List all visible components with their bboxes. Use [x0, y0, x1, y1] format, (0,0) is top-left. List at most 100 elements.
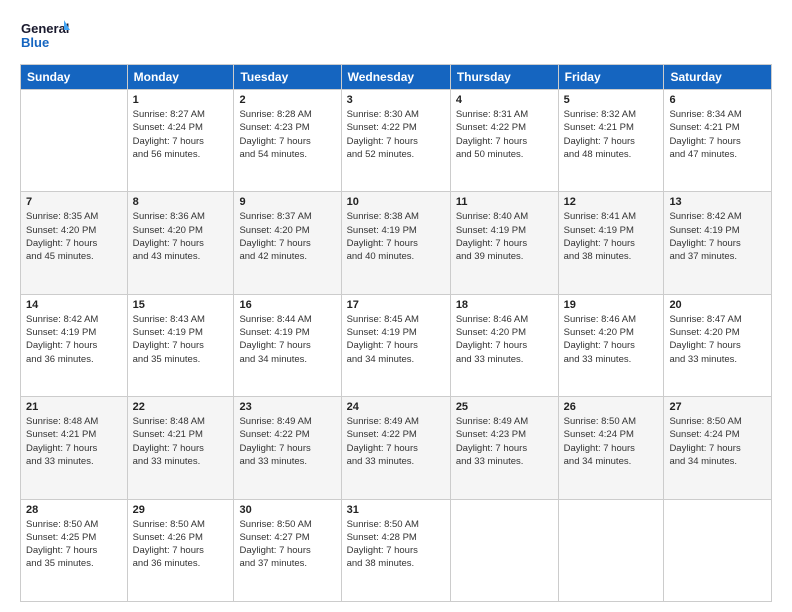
header-sunday: Sunday [21, 65, 128, 90]
day-cell: 28Sunrise: 8:50 AM Sunset: 4:25 PM Dayli… [21, 499, 128, 601]
day-number: 9 [239, 196, 335, 208]
day-number: 29 [133, 504, 229, 516]
day-number: 16 [239, 299, 335, 311]
day-info: Sunrise: 8:28 AM Sunset: 4:23 PM Dayligh… [239, 108, 335, 161]
day-cell: 25 Sunrise: 8:49 AM Sunset: 4:23 PM Dayli… [450, 397, 558, 499]
day-info: Sunrise: 8:50 AM Sunset: 4:27 PM Dayligh… [239, 518, 335, 571]
day-cell: 10Sunrise: 8:38 AM Sunset: 4:19 PM Dayli… [341, 192, 450, 294]
day-info: Sunrise: 8:46 AM Sunset: 4:20 PM Dayligh… [564, 313, 659, 366]
day-cell [21, 90, 128, 192]
week-row-2: 7 Sunrise: 8:35 AM Sunset: 4:20 PM Daylig… [21, 192, 772, 294]
header-saturday: Saturday [664, 65, 772, 90]
day-number: 24 [347, 401, 445, 413]
header-wednesday: Wednesday [341, 65, 450, 90]
day-cell: 20 Sunrise: 8:47 AM Sunset: 4:20 PM Dayli… [664, 294, 772, 396]
day-info: Sunrise: 8:32 AM Sunset: 4:21 PM Dayligh… [564, 108, 659, 161]
day-number: 15 [133, 299, 229, 311]
day-cell: 11Sunrise: 8:40 AM Sunset: 4:19 PM Dayli… [450, 192, 558, 294]
day-info: Sunrise: 8:44 AM Sunset: 4:19 PM Dayligh… [239, 313, 335, 366]
day-info: Sunrise: 8:50 AM Sunset: 4:24 PM Dayligh… [669, 415, 766, 468]
day-cell: 12 Sunrise: 8:41 AM Sunset: 4:19 PM Dayli… [558, 192, 664, 294]
day-number: 19 [564, 299, 659, 311]
day-cell: 24Sunrise: 8:49 AM Sunset: 4:22 PM Dayli… [341, 397, 450, 499]
day-info: Sunrise: 8:47 AM Sunset: 4:20 PM Dayligh… [669, 313, 766, 366]
day-cell: 23 Sunrise: 8:49 AM Sunset: 4:22 PM Dayli… [234, 397, 341, 499]
day-number: 2 [239, 94, 335, 106]
day-cell: 29 Sunrise: 8:50 AM Sunset: 4:26 PM Dayli… [127, 499, 234, 601]
day-number: 3 [347, 94, 445, 106]
logo-svg: General Blue [20, 16, 70, 54]
week-row-1: 1Sunrise: 8:27 AM Sunset: 4:24 PM Daylig… [21, 90, 772, 192]
day-cell [450, 499, 558, 601]
day-cell: 3Sunrise: 8:30 AM Sunset: 4:22 PM Daylig… [341, 90, 450, 192]
day-info: Sunrise: 8:50 AM Sunset: 4:26 PM Dayligh… [133, 518, 229, 571]
day-info: Sunrise: 8:49 AM Sunset: 4:23 PM Dayligh… [456, 415, 553, 468]
day-info: Sunrise: 8:45 AM Sunset: 4:19 PM Dayligh… [347, 313, 445, 366]
header: General Blue [20, 16, 772, 54]
day-number: 27 [669, 401, 766, 413]
day-cell: 19 Sunrise: 8:46 AM Sunset: 4:20 PM Dayli… [558, 294, 664, 396]
day-cell [664, 499, 772, 601]
day-cell: 27 Sunrise: 8:50 AM Sunset: 4:24 PM Dayli… [664, 397, 772, 499]
header-friday: Friday [558, 65, 664, 90]
day-number: 26 [564, 401, 659, 413]
day-cell: 21 Sunrise: 8:48 AM Sunset: 4:21 PM Dayli… [21, 397, 128, 499]
day-cell: 8 Sunrise: 8:36 AM Sunset: 4:20 PM Daylig… [127, 192, 234, 294]
day-info: Sunrise: 8:35 AM Sunset: 4:20 PM Dayligh… [26, 210, 122, 263]
day-cell: 16 Sunrise: 8:44 AM Sunset: 4:19 PM Dayli… [234, 294, 341, 396]
day-number: 7 [26, 196, 122, 208]
day-info: Sunrise: 8:41 AM Sunset: 4:19 PM Dayligh… [564, 210, 659, 263]
day-number: 13 [669, 196, 766, 208]
day-number: 25 [456, 401, 553, 413]
week-row-5: 28Sunrise: 8:50 AM Sunset: 4:25 PM Dayli… [21, 499, 772, 601]
day-number: 31 [347, 504, 445, 516]
day-info: Sunrise: 8:48 AM Sunset: 4:21 PM Dayligh… [26, 415, 122, 468]
day-info: Sunrise: 8:34 AM Sunset: 4:21 PM Dayligh… [669, 108, 766, 161]
calendar-header-row: SundayMondayTuesdayWednesdayThursdayFrid… [21, 65, 772, 90]
day-cell: 18Sunrise: 8:46 AM Sunset: 4:20 PM Dayli… [450, 294, 558, 396]
day-number: 30 [239, 504, 335, 516]
day-cell: 13Sunrise: 8:42 AM Sunset: 4:19 PM Dayli… [664, 192, 772, 294]
day-cell: 1Sunrise: 8:27 AM Sunset: 4:24 PM Daylig… [127, 90, 234, 192]
header-tuesday: Tuesday [234, 65, 341, 90]
day-info: Sunrise: 8:50 AM Sunset: 4:28 PM Dayligh… [347, 518, 445, 571]
svg-text:General: General [21, 21, 69, 36]
day-info: Sunrise: 8:42 AM Sunset: 4:19 PM Dayligh… [26, 313, 122, 366]
day-cell: 31 Sunrise: 8:50 AM Sunset: 4:28 PM Dayli… [341, 499, 450, 601]
day-cell [558, 499, 664, 601]
day-cell: 5 Sunrise: 8:32 AM Sunset: 4:21 PM Daylig… [558, 90, 664, 192]
page: General Blue SundayMondayTuesdayWednesda… [0, 0, 792, 612]
day-cell: 22Sunrise: 8:48 AM Sunset: 4:21 PM Dayli… [127, 397, 234, 499]
day-info: Sunrise: 8:37 AM Sunset: 4:20 PM Dayligh… [239, 210, 335, 263]
day-number: 5 [564, 94, 659, 106]
svg-text:Blue: Blue [21, 35, 49, 50]
day-number: 20 [669, 299, 766, 311]
day-number: 14 [26, 299, 122, 311]
day-number: 23 [239, 401, 335, 413]
day-info: Sunrise: 8:49 AM Sunset: 4:22 PM Dayligh… [239, 415, 335, 468]
day-info: Sunrise: 8:36 AM Sunset: 4:20 PM Dayligh… [133, 210, 229, 263]
day-cell: 4Sunrise: 8:31 AM Sunset: 4:22 PM Daylig… [450, 90, 558, 192]
day-info: Sunrise: 8:50 AM Sunset: 4:25 PM Dayligh… [26, 518, 122, 571]
week-row-3: 14 Sunrise: 8:42 AM Sunset: 4:19 PM Dayli… [21, 294, 772, 396]
header-thursday: Thursday [450, 65, 558, 90]
day-info: Sunrise: 8:48 AM Sunset: 4:21 PM Dayligh… [133, 415, 229, 468]
day-number: 17 [347, 299, 445, 311]
day-cell: 14 Sunrise: 8:42 AM Sunset: 4:19 PM Dayli… [21, 294, 128, 396]
day-cell: 15 Sunrise: 8:43 AM Sunset: 4:19 PM Dayli… [127, 294, 234, 396]
day-info: Sunrise: 8:31 AM Sunset: 4:22 PM Dayligh… [456, 108, 553, 161]
calendar-table: SundayMondayTuesdayWednesdayThursdayFrid… [20, 64, 772, 602]
day-number: 21 [26, 401, 122, 413]
day-cell: 6Sunrise: 8:34 AM Sunset: 4:21 PM Daylig… [664, 90, 772, 192]
day-cell: 26Sunrise: 8:50 AM Sunset: 4:24 PM Dayli… [558, 397, 664, 499]
day-info: Sunrise: 8:43 AM Sunset: 4:19 PM Dayligh… [133, 313, 229, 366]
day-info: Sunrise: 8:38 AM Sunset: 4:19 PM Dayligh… [347, 210, 445, 263]
day-number: 12 [564, 196, 659, 208]
day-cell: 2 Sunrise: 8:28 AM Sunset: 4:23 PM Daylig… [234, 90, 341, 192]
day-number: 8 [133, 196, 229, 208]
logo: General Blue [20, 16, 70, 54]
day-info: Sunrise: 8:46 AM Sunset: 4:20 PM Dayligh… [456, 313, 553, 366]
day-number: 1 [133, 94, 229, 106]
day-number: 11 [456, 196, 553, 208]
week-row-4: 21 Sunrise: 8:48 AM Sunset: 4:21 PM Dayli… [21, 397, 772, 499]
